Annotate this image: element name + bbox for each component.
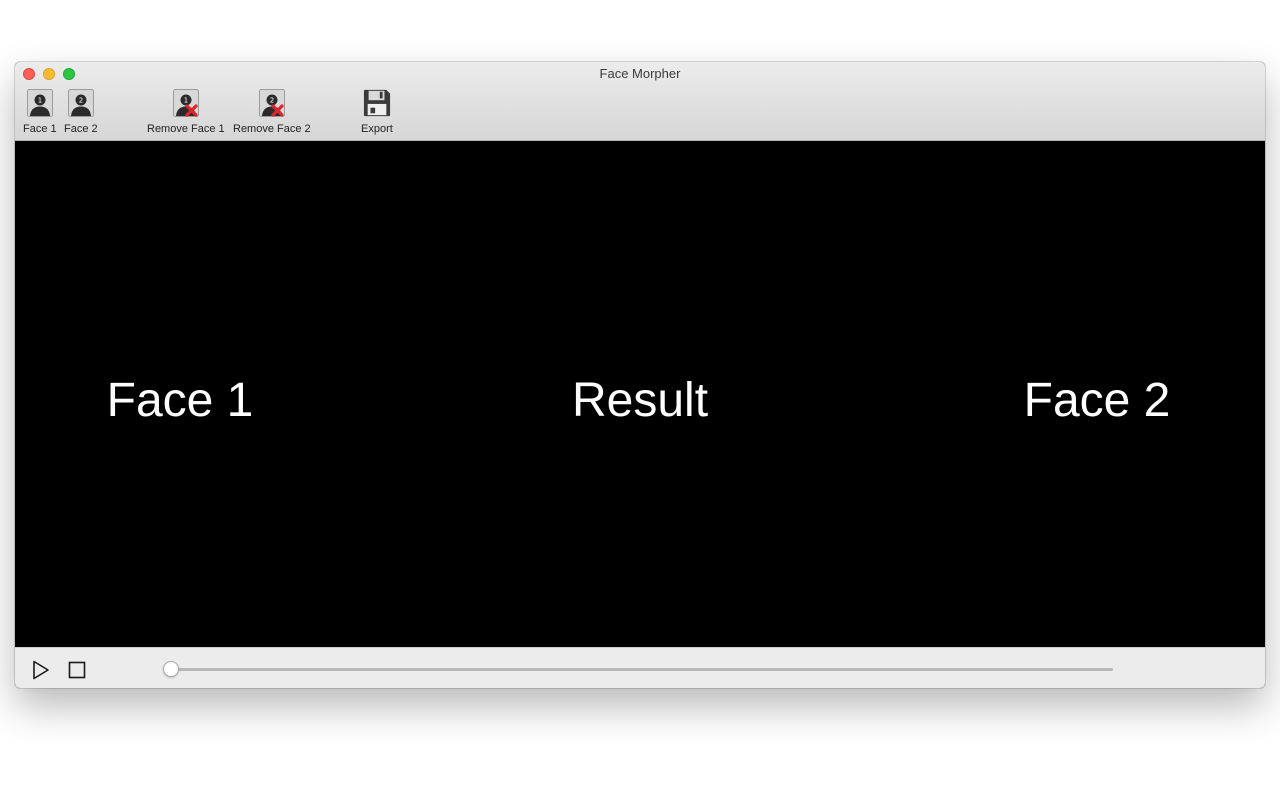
stop-button[interactable] (67, 660, 87, 680)
remove-face-1-label: Remove Face 1 (147, 123, 225, 135)
title-toolbar: Face Morpher 1 Face 1 2 Face 2 1 Remove … (15, 62, 1265, 141)
svg-text:2: 2 (270, 97, 274, 105)
window-title: Face Morpher (599, 66, 681, 81)
remove-face-2-label: Remove Face 2 (233, 123, 311, 135)
remove-face-1-button[interactable]: 1 Remove Face 1 (147, 88, 225, 135)
face-1-button[interactable]: 1 Face 1 (23, 88, 57, 135)
app-window: Face Morpher 1 Face 1 2 Face 2 1 Remove … (15, 62, 1265, 688)
face-2-button[interactable]: 2 Face 2 (64, 88, 98, 135)
face-1-label: Face 1 (23, 123, 57, 135)
face-1-placeholder: Face 1 (106, 374, 254, 427)
play-icon (33, 660, 49, 680)
face-2-placeholder: Face 2 (1023, 374, 1171, 427)
timeline-slider-thumb[interactable] (163, 661, 179, 677)
stop-icon (68, 661, 86, 679)
face-1-icon: 1 (26, 88, 54, 118)
svg-text:1: 1 (38, 97, 42, 105)
result-placeholder: Result (571, 374, 709, 427)
face-2-icon: 2 (67, 88, 95, 118)
timeline-slider[interactable] (171, 668, 1113, 671)
playback-bar (15, 647, 1265, 688)
morph-stage: Face 1 Result Face 2 (15, 141, 1265, 647)
remove-face-2-button[interactable]: 2 Remove Face 2 (233, 88, 311, 135)
remove-face-1-icon: 1 (172, 88, 200, 118)
export-label: Export (361, 123, 393, 135)
export-button[interactable]: Export (361, 88, 393, 135)
face-2-label: Face 2 (64, 123, 98, 135)
svg-text:2: 2 (79, 97, 83, 105)
play-button[interactable] (31, 660, 51, 680)
svg-text:1: 1 (184, 97, 188, 105)
floppy-disk-icon (363, 88, 391, 118)
remove-face-2-icon: 2 (258, 88, 286, 118)
